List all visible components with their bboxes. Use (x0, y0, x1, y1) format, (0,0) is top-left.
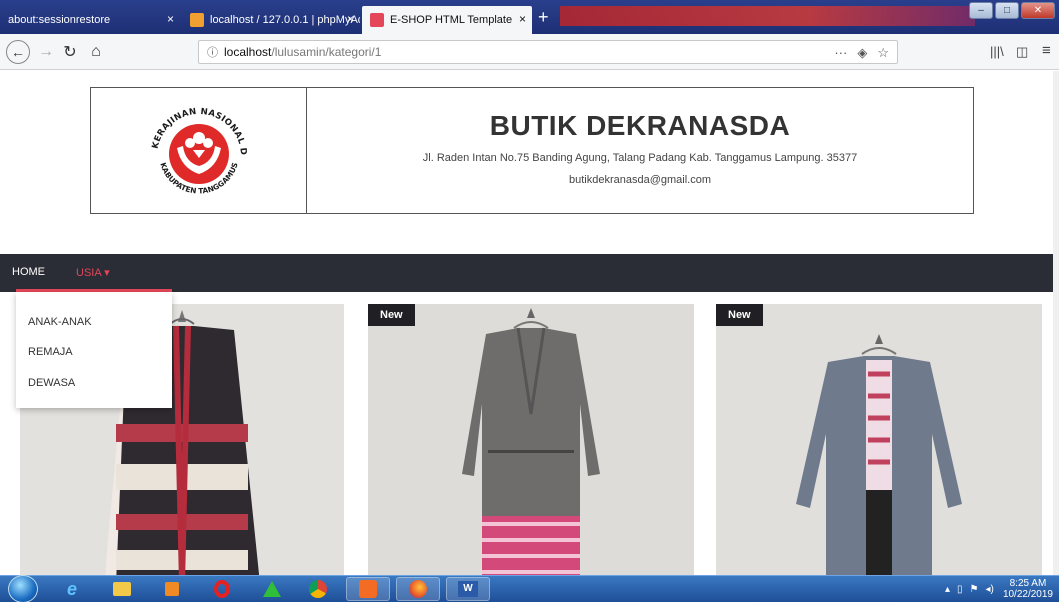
url-host: localhost (224, 45, 272, 59)
phpmyadmin-icon (190, 13, 204, 27)
windows-taskbar: e W ▴ ▯ ⚑ ◂) 8:25 AM 10/22/2019 (0, 575, 1059, 602)
new-tab-icon[interactable]: + (538, 8, 549, 26)
site-email: butikdekranasda@gmail.com (568, 174, 711, 186)
tab-label: about:sessionrestore (8, 14, 111, 26)
reload-icon[interactable]: ↻ (60, 40, 80, 64)
tab-phpmyadmin[interactable]: localhost / 127.0.0.1 | phpMyAd × (182, 6, 360, 34)
nav-home[interactable]: HOME (12, 266, 45, 278)
nav-usia[interactable]: USIA ▾ (76, 266, 110, 279)
close-icon[interactable]: × (347, 12, 354, 26)
product-image (368, 304, 694, 575)
new-badge: New (716, 304, 763, 326)
dropdown-item-dewasa[interactable]: DEWASA (28, 377, 75, 389)
tab-eshop-active[interactable]: E-SHOP HTML Template × (362, 6, 532, 34)
nav-usia-label: USIA (76, 267, 102, 279)
dropdown-item-anak-anak[interactable]: ANAK-ANAK (28, 316, 92, 328)
logo-cell: DEWAN KERAJINAN NASIONAL DAERAH KABUPATE… (91, 88, 307, 213)
chrome-icon[interactable] (296, 577, 340, 601)
back-icon[interactable]: ← (6, 40, 30, 64)
window-controls: – □ ✕ (969, 2, 1055, 19)
url-bar[interactable]: ⓘ localhost/lulusamin/kategori/1 ··· ◈ ☆ (198, 40, 898, 64)
close-icon[interactable]: × (519, 12, 526, 26)
eshop-favicon-icon (370, 13, 384, 27)
site-address: Jl. Raden Intan No.75 Banding Agung, Tal… (422, 152, 858, 164)
sidebar-icon[interactable]: ◫ (1016, 44, 1028, 60)
tab-label: E-SHOP HTML Template (390, 14, 513, 26)
site-header: DEWAN KERAJINAN NASIONAL DAERAH KABUPATE… (90, 87, 974, 214)
url-path: /lulusamin/kategori/1 (271, 45, 382, 59)
xampp-icon[interactable] (346, 577, 390, 601)
usia-dropdown-menu: ANAK-ANAK REMAJA DEWASA (16, 292, 172, 408)
background-window-title (560, 6, 975, 26)
product-card[interactable]: New (716, 304, 1042, 575)
library-icon[interactable]: |||\ (990, 44, 1004, 59)
firefox-icon[interactable] (396, 577, 440, 601)
product-image (716, 304, 1042, 575)
flag-icon[interactable]: ⚑ (970, 584, 979, 595)
tab-session-restore[interactable]: about:sessionrestore × (0, 6, 180, 34)
new-badge: New (368, 304, 415, 326)
site-title: BUTIK DEKRANASDA (489, 110, 791, 141)
main-navigation: HOME USIA ▾ (0, 254, 1059, 292)
network-icon[interactable]: ▯ (957, 584, 963, 595)
browser-tab-strip: about:sessionrestore × localhost / 127.0… (0, 0, 1059, 34)
info-icon[interactable]: ⓘ (207, 44, 218, 60)
product-card[interactable]: New (368, 304, 694, 575)
minimize-icon[interactable]: – (969, 2, 993, 19)
tray-arrow-icon[interactable]: ▴ (945, 584, 950, 595)
page-scrollbar[interactable] (1053, 71, 1059, 575)
dropdown-item-remaja[interactable]: REMAJA (28, 346, 73, 358)
tab-label: localhost / 127.0.0.1 | phpMyAd (210, 14, 360, 26)
start-button[interactable] (8, 575, 38, 602)
app-icon[interactable] (250, 577, 294, 601)
home-icon[interactable]: ⌂ (86, 40, 106, 64)
more-icon[interactable]: ··· (834, 45, 847, 61)
caret-down-icon: ▾ (104, 267, 110, 279)
forward-icon[interactable]: → (36, 40, 56, 64)
volume-icon[interactable]: ◂) (986, 584, 994, 595)
page-viewport: DEWAN KERAJINAN NASIONAL DAERAH KABUPATE… (0, 71, 1059, 575)
browser-toolbar: ← → ↻ ⌂ ⓘ localhost/lulusamin/kategori/1… (0, 34, 1059, 70)
clock-time: 8:25 AM (1009, 578, 1047, 589)
maximize-icon[interactable]: □ (995, 2, 1019, 19)
close-icon[interactable]: × (167, 12, 174, 26)
media-icon[interactable] (150, 577, 194, 601)
opera-icon[interactable] (200, 577, 244, 601)
explorer-icon[interactable] (100, 577, 144, 601)
close-window-icon[interactable]: ✕ (1021, 2, 1055, 19)
pocket-icon[interactable]: ◈ (857, 45, 867, 61)
clock[interactable]: 8:25 AM 10/22/2019 (1003, 578, 1053, 600)
ie-icon[interactable]: e (50, 577, 94, 601)
bookmark-star-icon[interactable]: ☆ (877, 45, 889, 61)
hamburger-menu-icon[interactable]: ≡ (1042, 42, 1051, 59)
clock-date: 10/22/2019 (1002, 589, 1053, 600)
dekranasda-logo: DEWAN KERAJINAN NASIONAL DAERAH KABUPATE… (137, 94, 248, 196)
word-icon[interactable]: W (446, 577, 490, 601)
